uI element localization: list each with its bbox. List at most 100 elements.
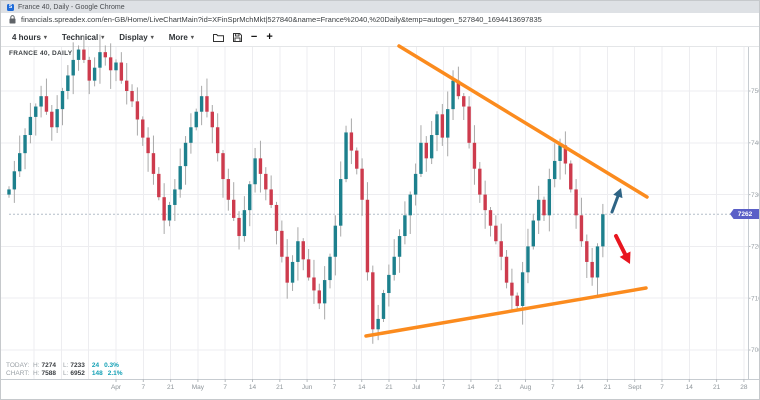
- x-axis-label: 21: [495, 384, 503, 391]
- candle-body-up: [179, 166, 182, 189]
- display-menu[interactable]: Display ▾: [119, 33, 153, 42]
- arrow-up-annotation[interactable]: [612, 196, 618, 212]
- candle-body-down: [489, 210, 492, 226]
- more-menu[interactable]: More ▾: [169, 33, 194, 42]
- candle-body-up: [382, 293, 385, 319]
- zoom-out-button[interactable]: −: [251, 32, 257, 43]
- chart-high-value: 7588: [42, 370, 56, 378]
- x-axis-label: 21: [385, 384, 393, 391]
- low-label: L:: [63, 370, 68, 378]
- x-axis-label: 21: [604, 384, 612, 391]
- candle-body-down: [585, 241, 588, 262]
- low-label: L:: [63, 362, 68, 370]
- candle-body-down: [211, 112, 214, 128]
- window-titlebar: S France 40, Daily - Google Chrome: [1, 1, 759, 13]
- candle-body-down: [494, 226, 497, 242]
- candle-body-down: [312, 277, 315, 290]
- candle-body-down: [216, 127, 219, 153]
- timeframe-menu-label: 4 hours: [12, 33, 41, 42]
- arrow-up-annotation-head[interactable]: [613, 188, 622, 198]
- x-axis-label: 7: [551, 384, 555, 391]
- address-bar[interactable]: financials.spreadex.com/en-GB/Home/LiveC…: [1, 13, 759, 27]
- candle-body-down: [580, 215, 583, 241]
- candle-body-down: [45, 96, 48, 112]
- candle-body-up: [66, 75, 69, 91]
- candle-body-up: [200, 96, 203, 112]
- candle-body-up: [72, 60, 75, 76]
- candle-body-down: [483, 195, 486, 211]
- chevron-down-icon: ▾: [44, 34, 47, 41]
- high-label: H:: [33, 362, 40, 370]
- candle-body-up: [403, 215, 406, 236]
- candle-body-up: [114, 63, 117, 71]
- candle-body-down: [88, 60, 91, 81]
- x-axis-label: 14: [686, 384, 694, 391]
- candle-body-down: [564, 145, 567, 163]
- more-menu-label: More: [169, 33, 188, 42]
- candle-body-down: [104, 52, 107, 57]
- candle-body-down: [205, 96, 208, 112]
- candle-body-up: [93, 68, 96, 81]
- candle-body-down: [157, 174, 160, 197]
- candle-body-down: [467, 107, 470, 143]
- y-axis-label: 7400: [751, 140, 760, 147]
- candle-body-up: [537, 200, 540, 221]
- x-axis-label: May: [192, 384, 205, 391]
- candle-body-down: [302, 241, 305, 259]
- url-text[interactable]: financials.spreadex.com/en-GB/Home/LiveC…: [21, 15, 542, 24]
- candle-body-down: [457, 81, 460, 97]
- x-axis-label: Sept: [628, 384, 642, 391]
- technical-menu[interactable]: Technical ▾: [62, 33, 104, 42]
- candle-body-down: [82, 50, 85, 60]
- candle-body-down: [371, 272, 374, 329]
- padlock-icon[interactable]: [9, 15, 16, 24]
- x-axis-label: 21: [713, 384, 721, 391]
- candle-body-up: [344, 132, 347, 179]
- high-label: H:: [33, 370, 40, 378]
- candle-body-up: [521, 272, 524, 306]
- x-axis-label: Jun: [302, 384, 313, 391]
- y-axis-label: 7300: [751, 192, 760, 199]
- y-axis-label: 7100: [751, 295, 760, 302]
- candle-body-up: [184, 143, 187, 166]
- candle-body-down: [120, 63, 123, 81]
- chevron-down-icon: ▾: [191, 34, 194, 41]
- chart-toolbar: 4 hours ▾ Technical ▾ Display ▾ More ▾: [1, 28, 759, 47]
- y-axis-label: 7000: [751, 347, 760, 354]
- window-title: France 40, Daily - Google Chrome: [18, 4, 125, 11]
- chart-change-pct: 2.1%: [108, 370, 123, 378]
- candle-body-up: [77, 50, 80, 60]
- candle-body-down: [574, 189, 577, 215]
- candle-body-up: [98, 52, 101, 68]
- candle-body-down: [355, 151, 358, 169]
- zoom-in-button[interactable]: +: [266, 32, 272, 43]
- save-layout-button[interactable]: [233, 33, 242, 42]
- candle-body-up: [376, 319, 379, 329]
- arrow-down-annotation[interactable]: [616, 236, 625, 254]
- candle-body-up: [34, 107, 37, 117]
- candle-body-up: [296, 241, 299, 262]
- candle-body-up: [323, 280, 326, 303]
- ohlc-stats: TODAY: H: 7274 L: 7233 24 0.3% CHART: H:…: [6, 362, 128, 378]
- candle-body-down: [50, 112, 53, 128]
- x-axis-label: 7: [333, 384, 337, 391]
- floppy-save-icon: [233, 33, 242, 42]
- x-axis-label: 14: [249, 384, 257, 391]
- timeframe-menu[interactable]: 4 hours ▾: [12, 33, 47, 42]
- candle-body-up: [446, 109, 449, 137]
- lower-wedge-line-annotation[interactable]: [366, 288, 646, 336]
- chevron-down-icon: ▾: [101, 34, 104, 41]
- chart-stats-row: CHART: H: 7588 L: 6952 148 2.1%: [6, 370, 128, 378]
- upper-wedge-line-annotation[interactable]: [399, 46, 647, 197]
- candle-body-up: [168, 205, 171, 221]
- candle-body-up: [414, 174, 417, 195]
- x-axis-label: 7: [141, 384, 145, 391]
- x-axis-label: 14: [358, 384, 366, 391]
- chart-canvas[interactable]: 750074007300720071007000Apr721May71421Ju…: [1, 1, 760, 400]
- arrow-down-annotation-head[interactable]: [620, 251, 631, 264]
- display-menu-label: Display: [119, 33, 147, 42]
- x-axis-label: 21: [276, 384, 284, 391]
- open-layout-button[interactable]: [213, 33, 224, 42]
- candle-body-down: [109, 57, 112, 70]
- y-axis-label: 7200: [751, 244, 760, 251]
